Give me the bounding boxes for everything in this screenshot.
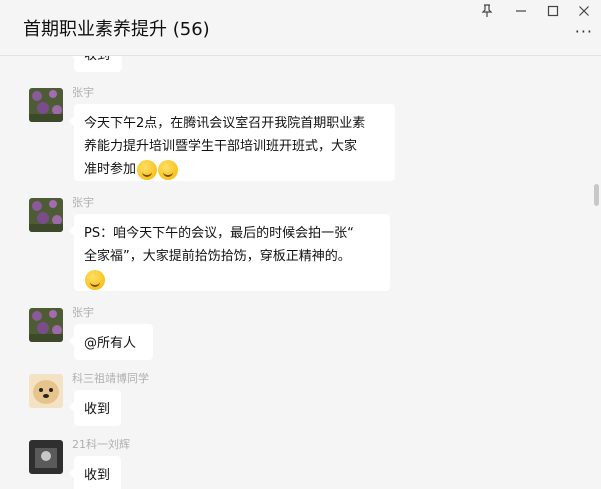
message-text: 收到: [84, 402, 111, 417]
message-text: 全家福”，大家提前拾饬拾饬，穿板正精神的。: [84, 249, 351, 264]
message-bubble[interactable]: 收到: [69, 456, 121, 489]
avatar[interactable]: [29, 198, 63, 232]
thinking-face-icon: [137, 159, 158, 180]
sender-name: 张宇: [72, 306, 94, 319]
message-text: @所有人: [84, 336, 137, 351]
thinking-face-icon: [158, 159, 179, 180]
sender-name: 21科一刘辉: [72, 438, 130, 451]
message-bubble[interactable]: @所有人: [69, 324, 153, 360]
chat-title: 首期职业素养提升 (56): [23, 19, 210, 40]
message-text: PS：咱今天下午的会议，最后的时候会拍一张“: [84, 226, 354, 241]
close-icon[interactable]: [573, 2, 595, 20]
pin-icon[interactable]: [476, 2, 498, 20]
message-text: 收到: [84, 468, 111, 483]
sender-name: 张宇: [72, 86, 94, 99]
sender-name: 张宇: [72, 196, 94, 209]
message-bubble[interactable]: 今天下午2点，在腾讯会议室召开我院首期职业素 养能力提升培训暨学生干部培训班开班…: [69, 104, 395, 181]
message-text: 今天下午2点，在腾讯会议室召开我院首期职业素: [84, 116, 366, 131]
avatar[interactable]: [29, 88, 63, 122]
message-list[interactable]: 收到 张宇 今天下午2点，在腾讯会议室召开我院首期职业素 养能力提升培训暨学生干…: [0, 56, 601, 489]
maximize-icon[interactable]: [542, 2, 564, 20]
message-text: 养能力提升培训暨学生干部培训班开班式，大家: [84, 139, 358, 154]
more-options-icon[interactable]: ···: [575, 22, 593, 41]
chat-header: 首期职业素养提升 (56) ···: [0, 0, 601, 56]
scrollbar-thumb[interactable]: [594, 184, 599, 206]
grinning-face-icon: [85, 269, 105, 290]
message-bubble[interactable]: 收到: [69, 56, 122, 72]
avatar[interactable]: [29, 308, 63, 342]
message-bubble[interactable]: 收到: [69, 390, 121, 426]
message-text: 准时参加: [84, 162, 137, 177]
sender-name: 科三祖靖博同学: [72, 372, 149, 385]
message-text: 收到: [84, 56, 110, 63]
avatar[interactable]: [29, 440, 63, 474]
avatar[interactable]: [29, 374, 63, 408]
minimize-icon[interactable]: [510, 2, 532, 20]
message-bubble[interactable]: PS：咱今天下午的会议，最后的时候会拍一张“ 全家福”，大家提前拾饬拾饬，穿板正…: [69, 214, 390, 291]
